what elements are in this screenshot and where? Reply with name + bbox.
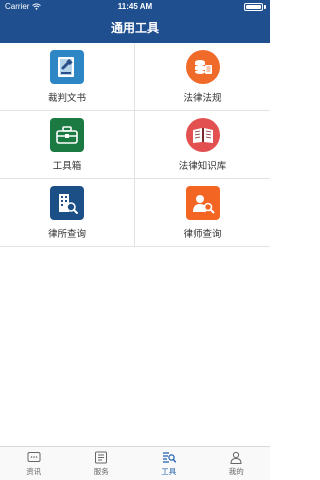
tab-news[interactable]: 资讯 (0, 447, 68, 480)
nav-title: 通用工具 (0, 14, 270, 43)
tab-label: 服务 (93, 467, 109, 476)
tab-label: 我的 (228, 467, 244, 476)
tool-lawyer-search[interactable]: 律师查询 (135, 179, 270, 247)
law-coins-icon (185, 50, 220, 84)
profile-icon (230, 451, 242, 464)
tab-bar: 资讯 服务 工具 我的 (0, 446, 270, 480)
tool-label: 律师查询 (183, 229, 222, 240)
battery-icon (244, 3, 263, 11)
news-icon (27, 452, 41, 462)
tool-label: 法律知识库 (178, 161, 227, 172)
tab-profile[interactable]: 我的 (203, 447, 271, 480)
tab-service[interactable]: 服务 (68, 447, 136, 480)
toolbox-icon (50, 118, 84, 152)
tool-judgment-documents[interactable]: 裁判文书 (0, 43, 135, 111)
judgment-book-icon (50, 50, 84, 84)
service-icon (95, 451, 108, 464)
status-bar: Carrier 11:45 AM (0, 0, 270, 14)
tool-legal-knowledge-base[interactable]: 法律知识库 (135, 111, 270, 179)
tool-toolbox[interactable]: 工具箱 (0, 111, 135, 179)
tool-law-firm-search[interactable]: 律所查询 (0, 179, 135, 247)
tab-label: 资讯 (26, 467, 42, 476)
tool-label: 工具箱 (52, 161, 82, 172)
tool-laws-regulations[interactable]: 法律法规 (135, 43, 270, 111)
tool-label: 律所查询 (47, 229, 86, 240)
tool-label: 法律法规 (183, 93, 222, 104)
tool-grid: 裁判文书 法律法规 工具箱 法律知识库 律所查询 律师查询 (0, 43, 270, 247)
law-firm-search-icon (50, 186, 84, 220)
tool-label: 裁判文书 (47, 93, 86, 104)
tab-tools[interactable]: 工具 (135, 447, 203, 480)
tools-icon (162, 452, 176, 463)
status-right (244, 3, 266, 11)
lawyer-search-icon (185, 186, 220, 220)
knowledge-book-icon (185, 118, 220, 152)
tab-label: 工具 (161, 467, 177, 476)
status-time: 11:45 AM (117, 2, 153, 11)
